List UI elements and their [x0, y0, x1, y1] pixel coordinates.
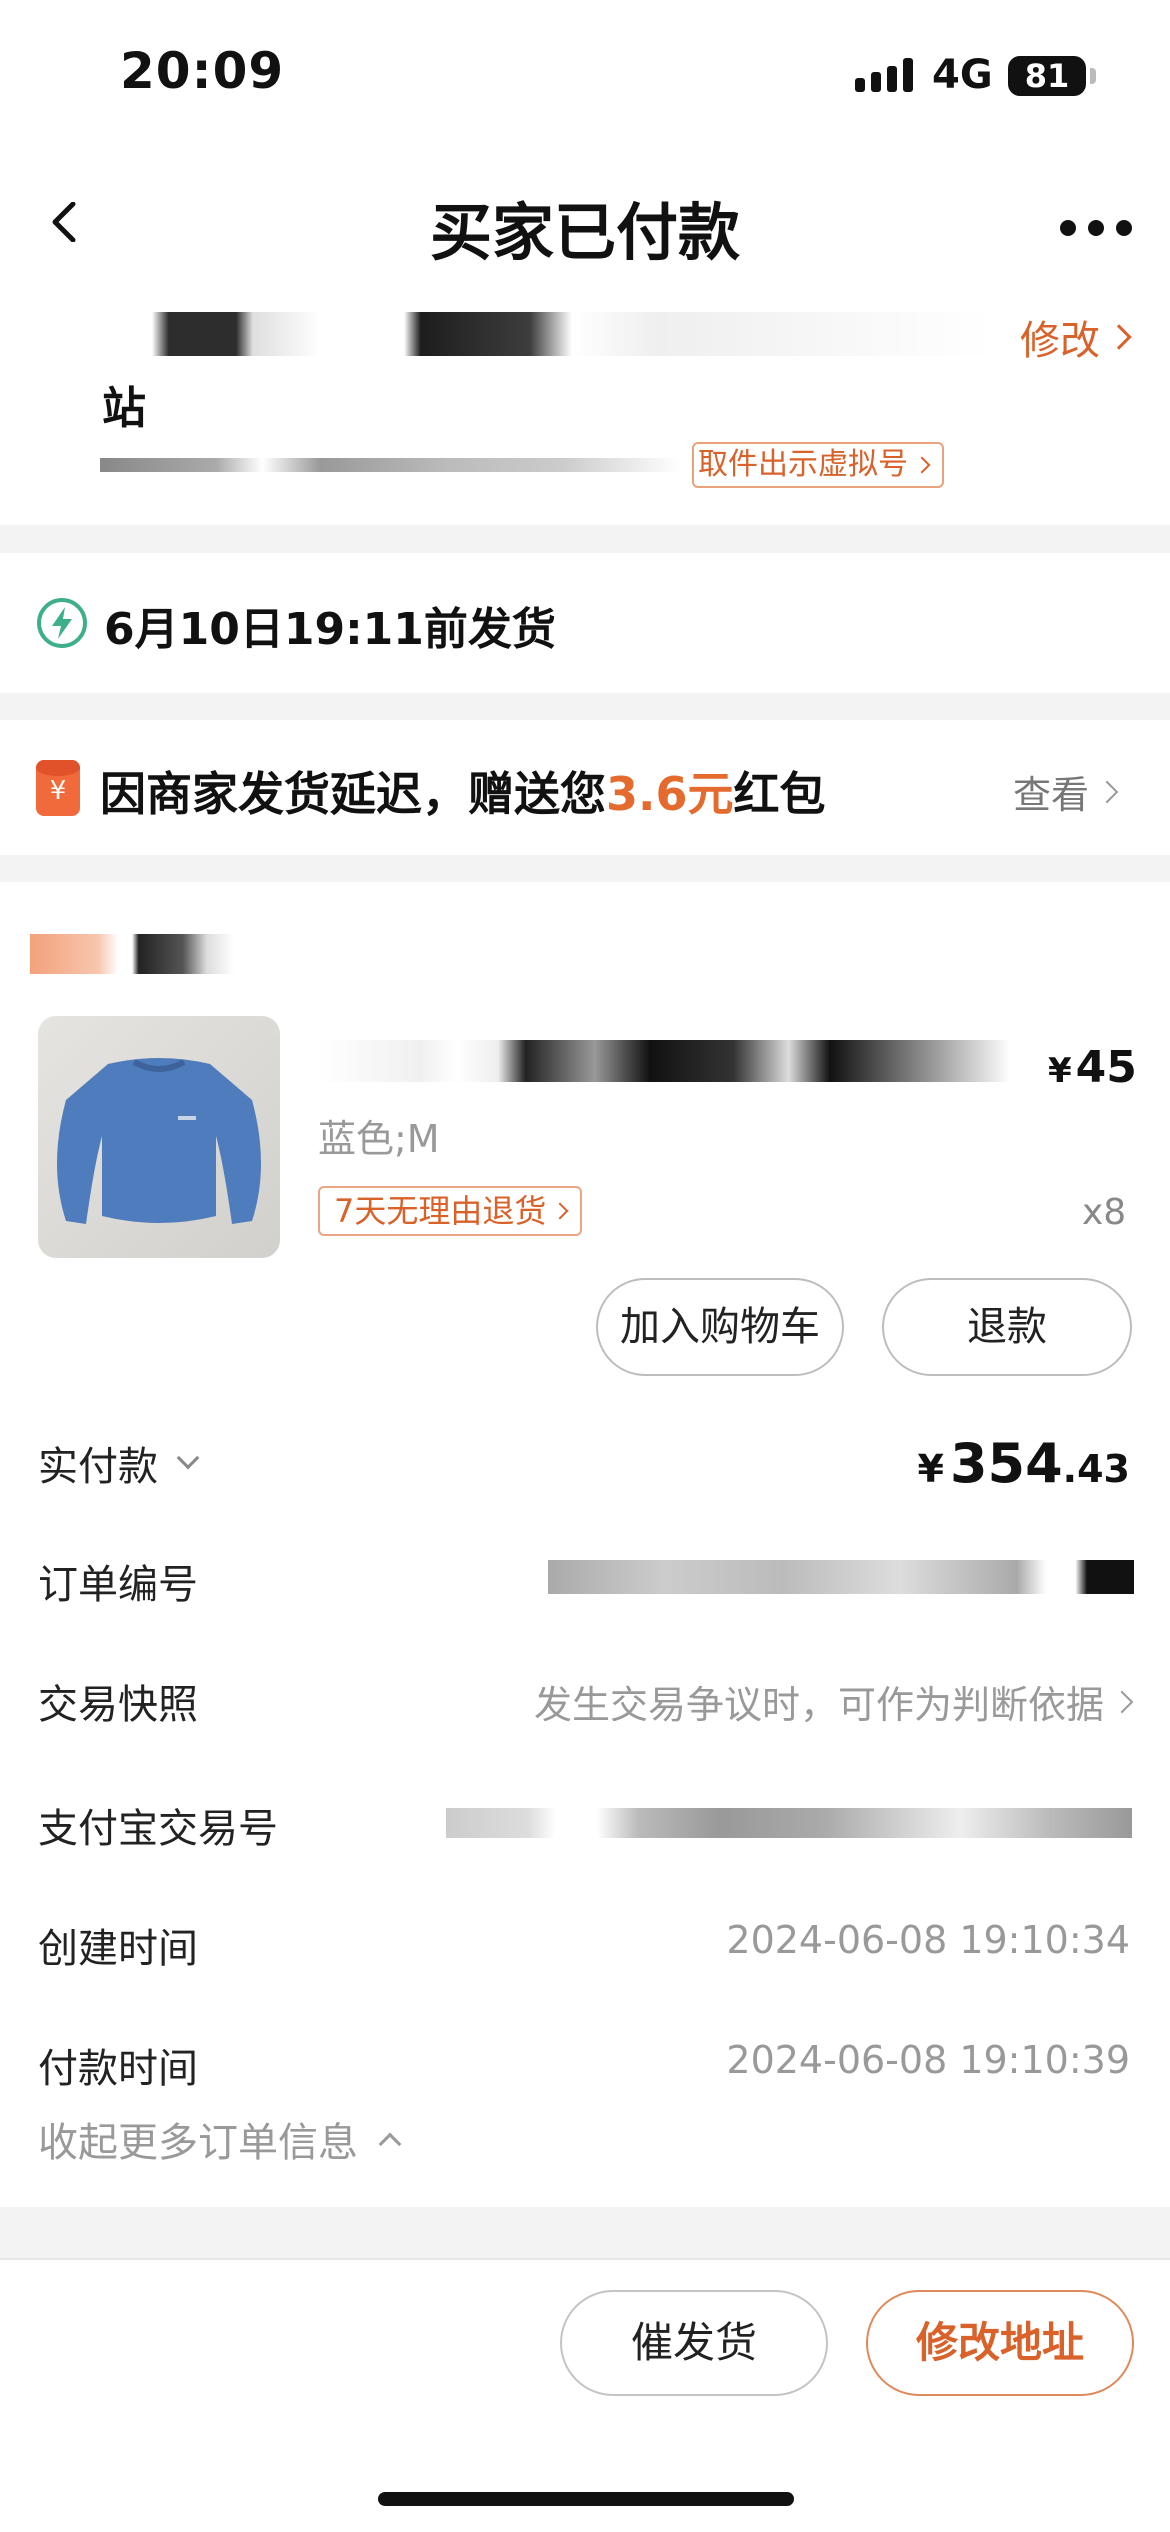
product-quantity: x8	[1082, 1192, 1127, 1233]
redacted-order-number[interactable]	[548, 1560, 1134, 1594]
signal-icon	[855, 58, 913, 92]
page-title: 买家已付款	[429, 196, 740, 269]
red-packet-icon: ¥	[36, 760, 80, 816]
paid-amount-toggle[interactable]: 实付款	[38, 1434, 200, 1492]
red-packet-notice[interactable]: ¥ 因商家发货延迟，赠送您3.6元红包 查看	[0, 720, 1170, 855]
virtual-number-tag[interactable]: 取件出示虚拟号	[692, 442, 944, 488]
status-bar: 20:09 4G 81	[0, 0, 1170, 150]
redacted-address-line	[152, 312, 992, 356]
lightning-icon	[37, 598, 87, 648]
redacted-product-title[interactable]	[318, 1040, 1010, 1082]
redacted-shop-name[interactable]	[30, 934, 370, 974]
urge-shipping-button[interactable]: 催发货	[560, 2290, 828, 2396]
virtual-number-label: 取件出示虚拟号	[698, 447, 908, 482]
red-packet-text: 因商家发货延迟，赠送您3.6元红包	[100, 767, 826, 821]
home-indicator	[378, 2492, 794, 2506]
collapse-order-info[interactable]: 收起更多订单信息	[38, 2110, 402, 2168]
address-section[interactable]: 修改 站 取件出示虚拟号	[0, 300, 1170, 525]
redacted-phone	[100, 458, 680, 472]
product-spec: 蓝色;M	[318, 1117, 440, 1161]
chevron-up-icon	[378, 2132, 402, 2156]
refund-button[interactable]: 退款	[882, 1278, 1132, 1376]
product-image[interactable]	[38, 1016, 280, 1258]
chevron-right-icon	[1110, 1690, 1134, 1713]
network-label: 4G	[932, 52, 993, 98]
edit-label: 修改	[1020, 318, 1100, 364]
chevron-right-icon	[1106, 324, 1132, 350]
more-icon[interactable]	[1060, 220, 1132, 236]
status-time: 20:09	[120, 42, 285, 100]
shipping-deadline: 6月10日19:11前发货	[0, 553, 1170, 693]
created-time-label: 创建时间	[38, 1926, 198, 1972]
view-red-packet-link[interactable]: 查看	[1013, 764, 1119, 819]
edit-address-link[interactable]: 修改	[1020, 308, 1132, 366]
return-policy-tag[interactable]: 7天无理由退货	[318, 1186, 583, 1236]
nav-bar: 买家已付款	[0, 150, 1170, 300]
bottom-action-bar: 催发货 修改地址	[0, 2258, 1170, 2532]
chevron-right-icon	[551, 1202, 569, 1220]
redacted-alipay-number[interactable]	[446, 1808, 1132, 1838]
shipping-deadline-text: 6月10日19:11前发货	[104, 604, 556, 655]
chevron-right-icon	[913, 456, 931, 474]
paid-amount: ¥354.43	[917, 1432, 1130, 1495]
alipay-number-label: 支付宝交易号	[38, 1806, 278, 1852]
chevron-right-icon	[1095, 780, 1119, 803]
add-to-cart-button[interactable]: 加入购物车	[596, 1278, 844, 1376]
chevron-down-icon	[176, 1446, 200, 1470]
snapshot-label: 交易快照	[38, 1682, 198, 1728]
battery-tip	[1090, 68, 1096, 84]
sweater-image	[57, 1058, 261, 1224]
paid-time-value: 2024-06-08 19:10:39	[726, 2038, 1130, 2082]
snapshot-link[interactable]: 发生交易争议时，可作为判断依据	[534, 1674, 1134, 1729]
order-number-label: 订单编号	[38, 1562, 198, 1608]
address-line2: 站	[102, 383, 146, 434]
order-card: ¥45 蓝色;M 7天无理由退货 x8 加入购物车 退款 实付款 ¥354.43…	[0, 882, 1170, 2207]
battery-icon: 81	[1008, 56, 1086, 96]
created-time-value: 2024-06-08 19:10:34	[726, 1918, 1130, 1962]
edit-address-button[interactable]: 修改地址	[866, 2290, 1134, 2396]
red-packet-amount: 3.6元	[606, 767, 734, 821]
product-price: ¥45	[1048, 1042, 1137, 1093]
paid-time-label: 付款时间	[38, 2046, 198, 2092]
